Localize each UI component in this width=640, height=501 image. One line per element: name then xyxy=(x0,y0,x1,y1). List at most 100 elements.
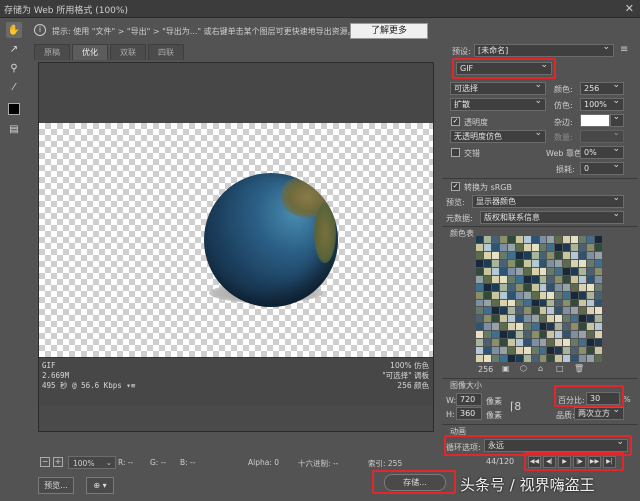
palette-swatch[interactable] xyxy=(499,315,507,323)
palette-swatch[interactable] xyxy=(571,355,579,362)
palette-swatch[interactable] xyxy=(579,323,587,331)
palette-swatch[interactable] xyxy=(515,283,523,291)
new-color-icon[interactable]: □ xyxy=(556,364,564,373)
color-reduction-select[interactable]: 可选择 xyxy=(450,82,546,95)
palette-swatch[interactable] xyxy=(587,251,595,259)
palette-swatch[interactable] xyxy=(547,243,555,251)
palette-swatch[interactable] xyxy=(515,339,523,347)
palette-swatch[interactable] xyxy=(539,283,547,291)
palette-swatch[interactable] xyxy=(476,243,483,251)
palette-swatch[interactable] xyxy=(563,251,571,259)
palette-swatch[interactable] xyxy=(539,323,547,331)
palette-swatch[interactable] xyxy=(491,331,499,339)
palette-swatch[interactable] xyxy=(547,299,555,307)
palette-swatch[interactable] xyxy=(491,283,499,291)
palette-swatch[interactable] xyxy=(499,275,507,283)
palette-swatch[interactable] xyxy=(587,275,595,283)
palette-swatch[interactable] xyxy=(507,275,515,283)
palette-swatch[interactable] xyxy=(491,355,499,362)
palette-swatch[interactable] xyxy=(476,251,483,259)
palette-swatch[interactable] xyxy=(579,236,587,243)
palette-swatch[interactable] xyxy=(587,236,595,243)
palette-swatch[interactable] xyxy=(539,347,547,355)
preset-select[interactable]: [未命名] xyxy=(474,44,614,57)
palette-swatch[interactable] xyxy=(571,283,579,291)
tab-original[interactable]: 原稿 xyxy=(34,44,70,60)
palette-swatch[interactable] xyxy=(555,251,563,259)
palette-swatch[interactable] xyxy=(523,315,531,323)
palette-swatch[interactable] xyxy=(571,323,579,331)
palette-swatch[interactable] xyxy=(595,347,602,355)
palette-swatch[interactable] xyxy=(579,347,587,355)
palette-swatch[interactable] xyxy=(547,251,555,259)
learn-more-button[interactable]: 了解更多 xyxy=(350,23,428,39)
tab-2-up[interactable]: 双联 xyxy=(110,44,146,60)
palette-swatch[interactable] xyxy=(507,323,515,331)
panel-menu-icon[interactable]: ≡ xyxy=(620,44,628,55)
palette-swatch[interactable] xyxy=(507,267,515,275)
web-shift-icon[interactable]: ⬡ xyxy=(520,364,527,373)
palette-swatch[interactable] xyxy=(499,331,507,339)
palette-swatch[interactable] xyxy=(571,339,579,347)
palette-swatch[interactable] xyxy=(523,291,531,299)
palette-swatch[interactable] xyxy=(515,236,523,243)
palette-swatch[interactable] xyxy=(547,323,555,331)
palette-swatch[interactable] xyxy=(555,347,563,355)
preview-select[interactable]: 显示器颜色 xyxy=(472,195,624,208)
palette-swatch[interactable] xyxy=(507,339,515,347)
colors-select[interactable]: 256 xyxy=(580,82,624,95)
palette-swatch[interactable] xyxy=(476,331,483,339)
height-input[interactable]: 360 xyxy=(456,407,482,420)
palette-swatch[interactable] xyxy=(499,283,507,291)
palette-swatch[interactable] xyxy=(563,307,571,315)
zoom-select[interactable]: 100% ⌄ xyxy=(68,456,116,469)
palette-swatch[interactable] xyxy=(515,275,523,283)
palette-swatch[interactable] xyxy=(531,323,539,331)
palette-swatch[interactable] xyxy=(563,291,571,299)
palette-swatch[interactable] xyxy=(555,307,563,315)
palette-swatch[interactable] xyxy=(587,283,595,291)
palette-swatch[interactable] xyxy=(531,283,539,291)
palette-swatch[interactable] xyxy=(476,315,483,323)
palette-swatch[interactable] xyxy=(555,331,563,339)
palette-swatch[interactable] xyxy=(595,355,602,362)
palette-swatch[interactable] xyxy=(571,347,579,355)
browser-preview-button[interactable]: ⊕ ▾ xyxy=(86,477,114,494)
palette-swatch[interactable] xyxy=(579,275,587,283)
palette-swatch[interactable] xyxy=(579,259,587,267)
palette-swatch[interactable] xyxy=(547,355,555,362)
palette-swatch[interactable] xyxy=(539,267,547,275)
palette-swatch[interactable] xyxy=(515,267,523,275)
palette-swatch[interactable] xyxy=(476,307,483,315)
palette-swatch[interactable] xyxy=(555,323,563,331)
palette-swatch[interactable] xyxy=(507,315,515,323)
palette-swatch[interactable] xyxy=(523,347,531,355)
palette-swatch[interactable] xyxy=(507,259,515,267)
palette-swatch[interactable] xyxy=(595,339,602,347)
palette-swatch[interactable] xyxy=(563,236,571,243)
palette-swatch[interactable] xyxy=(483,275,491,283)
palette-swatch[interactable] xyxy=(483,259,491,267)
palette-swatch[interactable] xyxy=(587,243,595,251)
palette-swatch[interactable] xyxy=(515,331,523,339)
palette-swatch[interactable] xyxy=(555,243,563,251)
palette-swatch[interactable] xyxy=(523,236,531,243)
palette-swatch[interactable] xyxy=(531,331,539,339)
palette-swatch[interactable] xyxy=(491,251,499,259)
palette-swatch[interactable] xyxy=(476,259,483,267)
zoom-out-icon[interactable]: − xyxy=(40,457,50,467)
palette-swatch[interactable] xyxy=(483,267,491,275)
palette-swatch[interactable] xyxy=(571,331,579,339)
palette-swatch[interactable] xyxy=(531,275,539,283)
palette-swatch[interactable] xyxy=(579,251,587,259)
palette-swatch[interactable] xyxy=(547,307,555,315)
palette-swatch[interactable] xyxy=(595,331,602,339)
palette-swatch[interactable] xyxy=(539,251,547,259)
palette-swatch[interactable] xyxy=(523,283,531,291)
palette-swatch[interactable] xyxy=(595,275,602,283)
palette-swatch[interactable] xyxy=(563,355,571,362)
palette-swatch[interactable] xyxy=(483,347,491,355)
palette-swatch[interactable] xyxy=(483,331,491,339)
palette-swatch[interactable] xyxy=(563,339,571,347)
palette-swatch[interactable] xyxy=(555,315,563,323)
